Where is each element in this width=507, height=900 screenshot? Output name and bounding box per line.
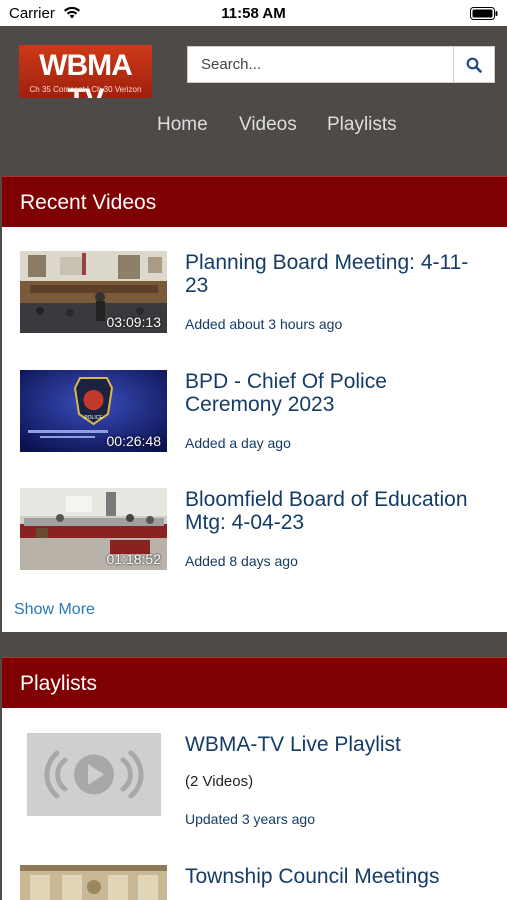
playlist-updated-date: Updated 3 years ago [185, 811, 315, 827]
playlist-title[interactable]: Township Council Meetings [185, 865, 485, 888]
status-bar: Carrier 11:58 AM [0, 0, 507, 26]
recent-videos-section: Recent Videos 03:09:13 Planning Board Me… [2, 176, 507, 632]
playlists-section: Playlists WBMA-TV Live Playlist (2 Video… [2, 657, 507, 900]
video-item[interactable]: 01:18:52 Bloomfield Board of Education M… [2, 488, 507, 578]
search-button[interactable] [453, 47, 494, 82]
clock: 11:58 AM [221, 5, 286, 22]
video-duration: 01:18:52 [106, 551, 162, 567]
battery-icon [470, 7, 498, 20]
recent-videos-heading: Recent Videos [2, 176, 507, 227]
video-title[interactable]: Planning Board Meeting: 4-11-23 [185, 251, 485, 297]
council-chamber-image [20, 865, 167, 900]
video-duration: 00:26:48 [106, 433, 162, 449]
police-badge-text: POLICE [84, 415, 103, 421]
nav-home[interactable]: Home [157, 114, 208, 136]
app-header: WBMA TV Ch 35 Comcast | Ch 30 Verizon Ho… [0, 26, 507, 176]
search-icon [466, 57, 482, 73]
video-thumbnail[interactable]: 03:09:13 [20, 251, 167, 333]
live-broadcast-icon [44, 750, 144, 799]
playlist-item[interactable]: Township Council Meetings [2, 865, 507, 900]
playlist-item[interactable]: WBMA-TV Live Playlist (2 Videos) Updated… [2, 733, 507, 833]
video-added-date: Added 8 days ago [185, 553, 298, 569]
playlist-video-count: (2 Videos) [185, 773, 254, 790]
playlist-title[interactable]: WBMA-TV Live Playlist [185, 733, 485, 756]
video-thumbnail[interactable]: POLICE 00:26:48 [20, 370, 167, 452]
search-input[interactable] [188, 47, 454, 82]
wbma-logo[interactable]: WBMA TV Ch 35 Comcast | Ch 30 Verizon [19, 45, 152, 98]
video-title[interactable]: Bloomfield Board of Education Mtg: 4-04-… [185, 488, 485, 534]
video-added-date: Added about 3 hours ago [185, 316, 343, 332]
main-nav: Home Videos Playlists [0, 114, 507, 138]
nav-playlists[interactable]: Playlists [327, 114, 397, 136]
search-bar [187, 46, 495, 83]
show-more-link[interactable]: Show More [14, 601, 95, 619]
video-item[interactable]: POLICE 00:26:48 BPD - Chief Of Police Ce… [2, 370, 507, 460]
playlist-thumbnail[interactable] [20, 865, 167, 900]
playlist-thumbnail[interactable] [27, 733, 161, 816]
video-thumbnail[interactable]: 01:18:52 [20, 488, 167, 570]
video-duration: 03:09:13 [106, 314, 162, 330]
playlists-heading: Playlists [2, 657, 507, 708]
video-title[interactable]: BPD - Chief Of Police Ceremony 2023 [185, 370, 485, 416]
video-added-date: Added a day ago [185, 435, 291, 451]
video-item[interactable]: 03:09:13 Planning Board Meeting: 4-11-23… [2, 251, 507, 341]
nav-videos[interactable]: Videos [239, 114, 297, 136]
